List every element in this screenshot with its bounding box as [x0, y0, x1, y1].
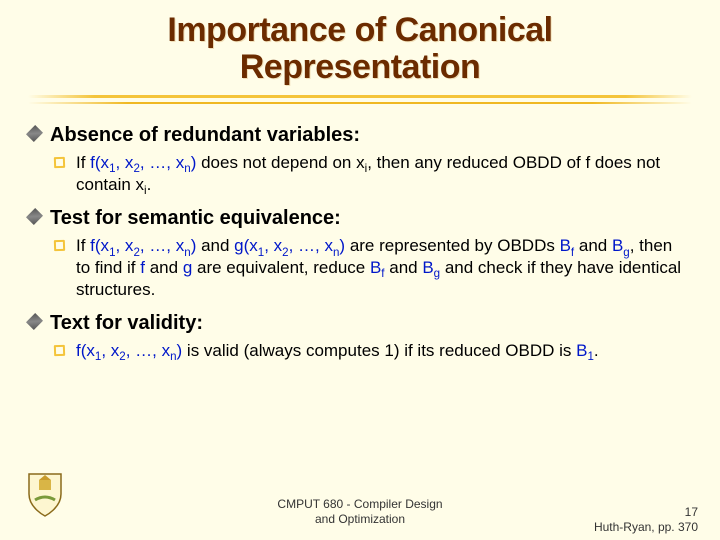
t: and: [385, 258, 423, 277]
bullet-heading: Test for semantic equivalence:: [28, 206, 692, 232]
sub: 1: [588, 351, 594, 363]
sub: n: [170, 351, 176, 363]
sub: g: [623, 247, 629, 259]
sym-Bg: Bg: [612, 236, 630, 255]
bullet-body: If f(x1, x2, …, xn) and g(x1, x2, …, xn)…: [28, 235, 684, 300]
page-number: 17: [685, 505, 698, 519]
t: .: [594, 341, 599, 360]
fn-f: f(x1, x2, …, xn): [90, 236, 196, 255]
t: are represented by OBDDs: [345, 236, 559, 255]
sub: i: [144, 185, 147, 197]
title-underline: [28, 95, 692, 109]
footer-ref: 17 Huth-Ryan, pp. 370: [594, 505, 698, 534]
sub: f: [571, 247, 574, 259]
sym-g: g: [183, 258, 192, 277]
t: , …, x: [140, 153, 184, 172]
bullet-body: If f(x1, x2, …, xn) does not depend on x…: [28, 152, 684, 196]
heading-text: Text for validity:: [50, 312, 203, 334]
section-absence: Absence of redundant variables: If f(x1,…: [28, 123, 692, 196]
heading-text: Absence of redundant variables:: [50, 124, 360, 146]
t: are equivalent, reduce: [192, 258, 370, 277]
t: and: [145, 258, 183, 277]
fn-f: f(x1, x2, …, xn): [76, 341, 182, 360]
sub: n: [184, 163, 190, 175]
t: .: [147, 175, 152, 194]
t: and: [574, 236, 612, 255]
section-equivalence: Test for semantic equivalence: If f(x1, …: [28, 206, 692, 301]
sub: n: [333, 247, 339, 259]
bullet-body: f(x1, x2, …, xn) is valid (always comput…: [28, 340, 684, 362]
title-line-2: Representation: [240, 48, 481, 86]
sub: n: [184, 247, 190, 259]
t: does not depend on x: [196, 153, 364, 172]
sub: 2: [133, 163, 139, 175]
section-validity: Text for validity: f(x1, x2, …, xn) is v…: [28, 311, 692, 362]
title-line-1: Importance of Canonical: [167, 11, 552, 49]
course-line2: and Optimization: [315, 512, 405, 526]
sym-Bf: Bf: [560, 236, 575, 255]
sub: f: [381, 268, 384, 280]
content: Absence of redundant variables: If f(x1,…: [28, 123, 692, 362]
t: f(x: [90, 153, 109, 172]
slide: Importance of Canonical Representation A…: [0, 0, 720, 540]
sub: g: [434, 268, 440, 280]
t: If: [76, 153, 90, 172]
heading-text: Test for semantic equivalence:: [50, 207, 341, 229]
t: and: [196, 236, 234, 255]
sub: 2: [119, 351, 125, 363]
fn-g: g(x1, x2, …, xn): [234, 236, 345, 255]
sym-Bf: Bf: [370, 258, 385, 277]
t: , x: [115, 153, 133, 172]
sub: 2: [282, 247, 288, 259]
course-line1: CMPUT 680 - Compiler Design: [277, 497, 442, 511]
slide-title: Importance of Canonical Representation: [28, 12, 692, 93]
t: If: [76, 236, 90, 255]
bullet-heading: Text for validity:: [28, 311, 692, 337]
sym-B1: B1: [576, 341, 594, 360]
sym-Bg: Bg: [422, 258, 440, 277]
fn-f: f(x1, x2, …, xn): [90, 153, 196, 172]
sub: i: [365, 163, 368, 175]
sub: 1: [109, 247, 115, 259]
t: is valid (always computes 1) if its redu…: [182, 341, 576, 360]
sub: 1: [95, 351, 101, 363]
sub: 1: [109, 163, 115, 175]
sub: 2: [133, 247, 139, 259]
bullet-heading: Absence of redundant variables:: [28, 123, 692, 149]
reference: Huth-Ryan, pp. 370: [594, 520, 698, 534]
sub: 1: [258, 247, 264, 259]
